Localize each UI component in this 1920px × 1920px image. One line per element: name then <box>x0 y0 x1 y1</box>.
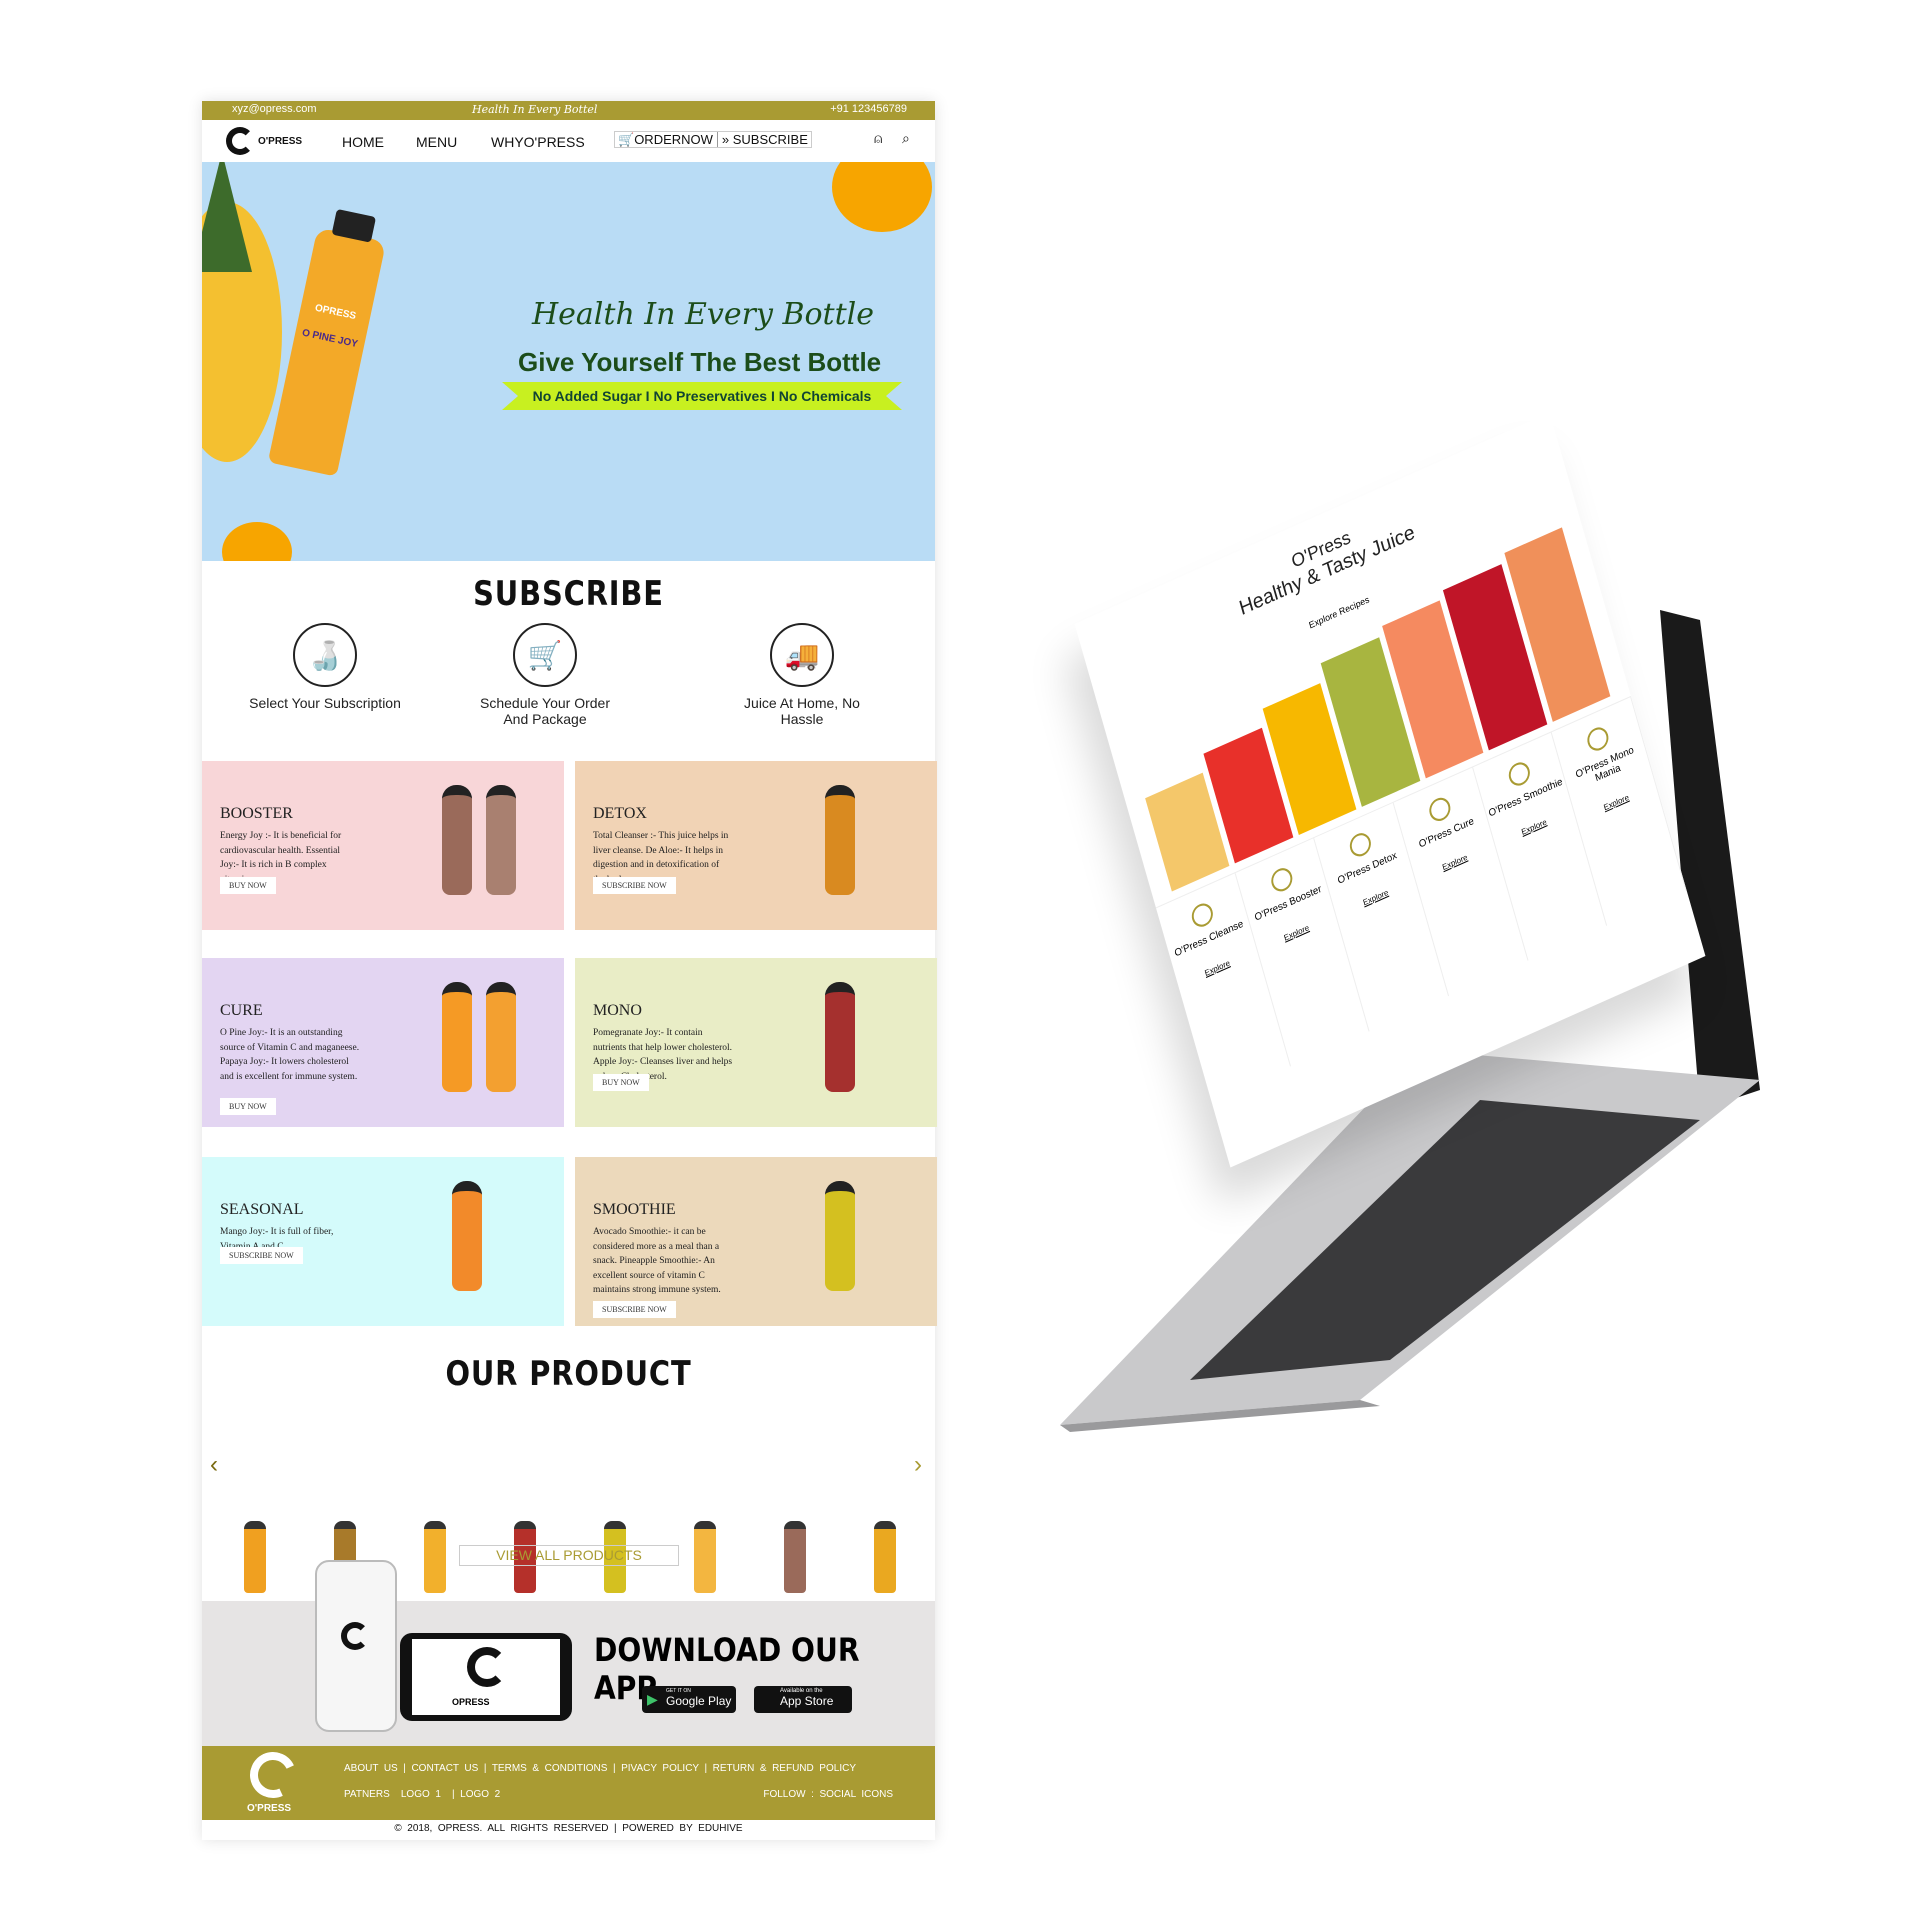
card-title: SEASONAL <box>220 1201 304 1218</box>
leaf-badge-icon <box>1189 900 1216 931</box>
hero-script-title: Health In Every Bottle <box>532 297 875 332</box>
leaf-badge-icon <box>1505 759 1533 790</box>
top-bar: xyz@opress.com Health In Every Bottel +9… <box>202 101 935 120</box>
contact-email[interactable]: xyz@opress.com <box>232 103 317 115</box>
footer-logo-icon <box>243 1745 303 1805</box>
footer-follow[interactable]: FOLLOW : SOCIAL ICONS <box>763 1789 893 1800</box>
order-now-button[interactable]: 🛒ORDERNOW <box>618 132 713 148</box>
category-card-smoothie: SMOOTHIE Avocado Smoothie:- it can be con… <box>575 1157 937 1326</box>
phone-portrait-image <box>315 1560 397 1732</box>
brand-logo-icon[interactable] <box>226 127 254 155</box>
card-title: DETOX <box>593 805 647 822</box>
card-button[interactable]: BUY NOW <box>593 1074 649 1091</box>
card-button[interactable]: SUBSCRIBE NOW <box>220 1247 303 1264</box>
card-title: BOOSTER <box>220 805 293 822</box>
category-card-booster: BOOSTER Energy Joy :- It is beneficial fo… <box>202 761 564 930</box>
category-card-seasonal: SEASONAL Mango Joy:- It is full of fiber,… <box>202 1157 564 1326</box>
product-bottle-image <box>442 785 472 895</box>
view-all-products-button[interactable]: VIEW ALL PRODUCTS <box>459 1545 679 1566</box>
cart-icon: 🛒 <box>618 131 635 147</box>
hero-features-band: No Added Sugar I No Preservatives I No C… <box>502 382 902 410</box>
footer-link[interactable]: RETURN & REFUND POLICY <box>713 1763 856 1774</box>
product-bottle-image <box>825 1181 855 1291</box>
category-card-mono: MONO Pomegranate Joy:- It contain nutrien… <box>575 958 937 1127</box>
cart-icon: 🛒 <box>513 623 577 687</box>
tagline: Health In Every Bottel <box>472 103 598 116</box>
user-icon[interactable]: ⍝ <box>874 130 882 147</box>
app-section: OPRESS DOWNLOAD OUR APP ▶ GET IT ON Googl… <box>202 1560 935 1746</box>
product-bottle-image <box>784 1521 806 1593</box>
product-bottle-image <box>244 1521 266 1593</box>
main-nav: O'PRESS HOME MENU WHYO'PRESS 🛒ORDERNOW »… <box>202 120 935 162</box>
leaf-badge-icon <box>1268 864 1295 896</box>
our-product-title: OUR PRODUCT <box>445 1354 692 1394</box>
footer-link[interactable]: PIVACY POLICY <box>621 1763 699 1774</box>
footer-link[interactable]: CONTACT US <box>411 1763 478 1774</box>
product-bottle-image <box>694 1521 716 1593</box>
subscribe-title: SUBSCRIBE <box>473 574 664 614</box>
product-bottle-image <box>452 1181 482 1291</box>
phone-landscape-image: OPRESS <box>400 1633 572 1721</box>
product-bottle-image <box>825 785 855 895</box>
category-card-detox: DETOX Total Cleanser :- This juice helps … <box>575 761 937 930</box>
card-description: O Pine Joy:- It is an outstanding source… <box>220 1028 360 1082</box>
delivery-truck-icon: 🚚 <box>770 623 834 687</box>
website-mockup: xyz@opress.com Health In Every Bottel +9… <box>202 101 937 1840</box>
footer-links: ABOUT US | CONTACT US | TERMS & CONDITIO… <box>344 1763 856 1774</box>
hero-headline: Give Yourself The Best Bottle <box>518 347 882 377</box>
copyright: © 2018, OPRESS. ALL RIGHTS RESERVED | PO… <box>394 1823 743 1834</box>
order-subscribe-group: 🛒ORDERNOW » SUBSCRIBE <box>614 131 812 148</box>
footer-link[interactable]: ABOUT US <box>344 1763 398 1774</box>
orange-image <box>222 522 292 561</box>
footer-partners[interactable]: PATNERS LOGO 1 | LOGO 2 <box>344 1789 500 1800</box>
carousel-next-arrow[interactable]: › <box>914 1451 922 1479</box>
product-bottle-image <box>486 982 516 1092</box>
nav-why-opress[interactable]: WHYO'PRESS <box>491 134 585 150</box>
product-bottle-image <box>424 1521 446 1593</box>
leaf-badge-icon <box>1426 794 1453 825</box>
product-bottle-image <box>825 982 855 1092</box>
subscribe-nav-button[interactable]: » SUBSCRIBE <box>716 132 808 147</box>
search-icon[interactable]: ⌕ <box>902 130 910 147</box>
product-bottle-image <box>486 785 516 895</box>
product-bottle-image <box>874 1521 896 1593</box>
footer: O'PRESS ABOUT US | CONTACT US | TERMS & … <box>202 1745 935 1820</box>
step-juice-at-home[interactable]: 🚚 Juice At Home, No Hassle <box>742 623 862 727</box>
hero-banner: OPRESS O PINE JOY Health In Every Bottle… <box>202 162 935 561</box>
card-description: Avocado Smoothie:- it can be considered … <box>593 1227 721 1296</box>
carousel-prev-arrow[interactable]: ‹ <box>210 1451 218 1479</box>
nav-menu[interactable]: MENU <box>416 134 457 150</box>
step-schedule-order[interactable]: 🛒 Schedule Your Order And Package <box>470 623 620 727</box>
bottle-icon: 🍶 <box>293 623 357 687</box>
google-play-button[interactable]: ▶ GET IT ON Google Play <box>642 1686 736 1713</box>
card-title: CURE <box>220 1002 263 1019</box>
app-store-button[interactable]: Available on the App Store <box>754 1686 852 1713</box>
orange-image <box>832 162 932 232</box>
card-button[interactable]: BUY NOW <box>220 1098 276 1115</box>
nav-home[interactable]: HOME <box>342 134 384 150</box>
leaf-badge-icon <box>1584 723 1612 755</box>
card-button[interactable]: SUBSCRIBE NOW <box>593 1301 676 1318</box>
card-button[interactable]: BUY NOW <box>220 877 276 894</box>
footer-link[interactable]: TERMS & CONDITIONS <box>492 1763 608 1774</box>
card-title: MONO <box>593 1002 642 1019</box>
step-select-subscription[interactable]: 🍶 Select Your Subscription <box>245 623 405 711</box>
category-card-cure: CURE O Pine Joy:- It is an outstanding so… <box>202 958 564 1127</box>
contact-phone[interactable]: +91 123456789 <box>830 103 907 115</box>
hero-bottle: OPRESS O PINE JOY <box>267 208 387 477</box>
google-play-icon: ▶ <box>647 1691 658 1707</box>
card-title: SMOOTHIE <box>593 1201 676 1218</box>
product-bottle-image <box>442 982 472 1092</box>
card-button[interactable]: SUBSCRIBE NOW <box>593 877 676 894</box>
leaf-badge-icon <box>1347 829 1374 860</box>
brand-name[interactable]: O'PRESS <box>258 136 302 147</box>
